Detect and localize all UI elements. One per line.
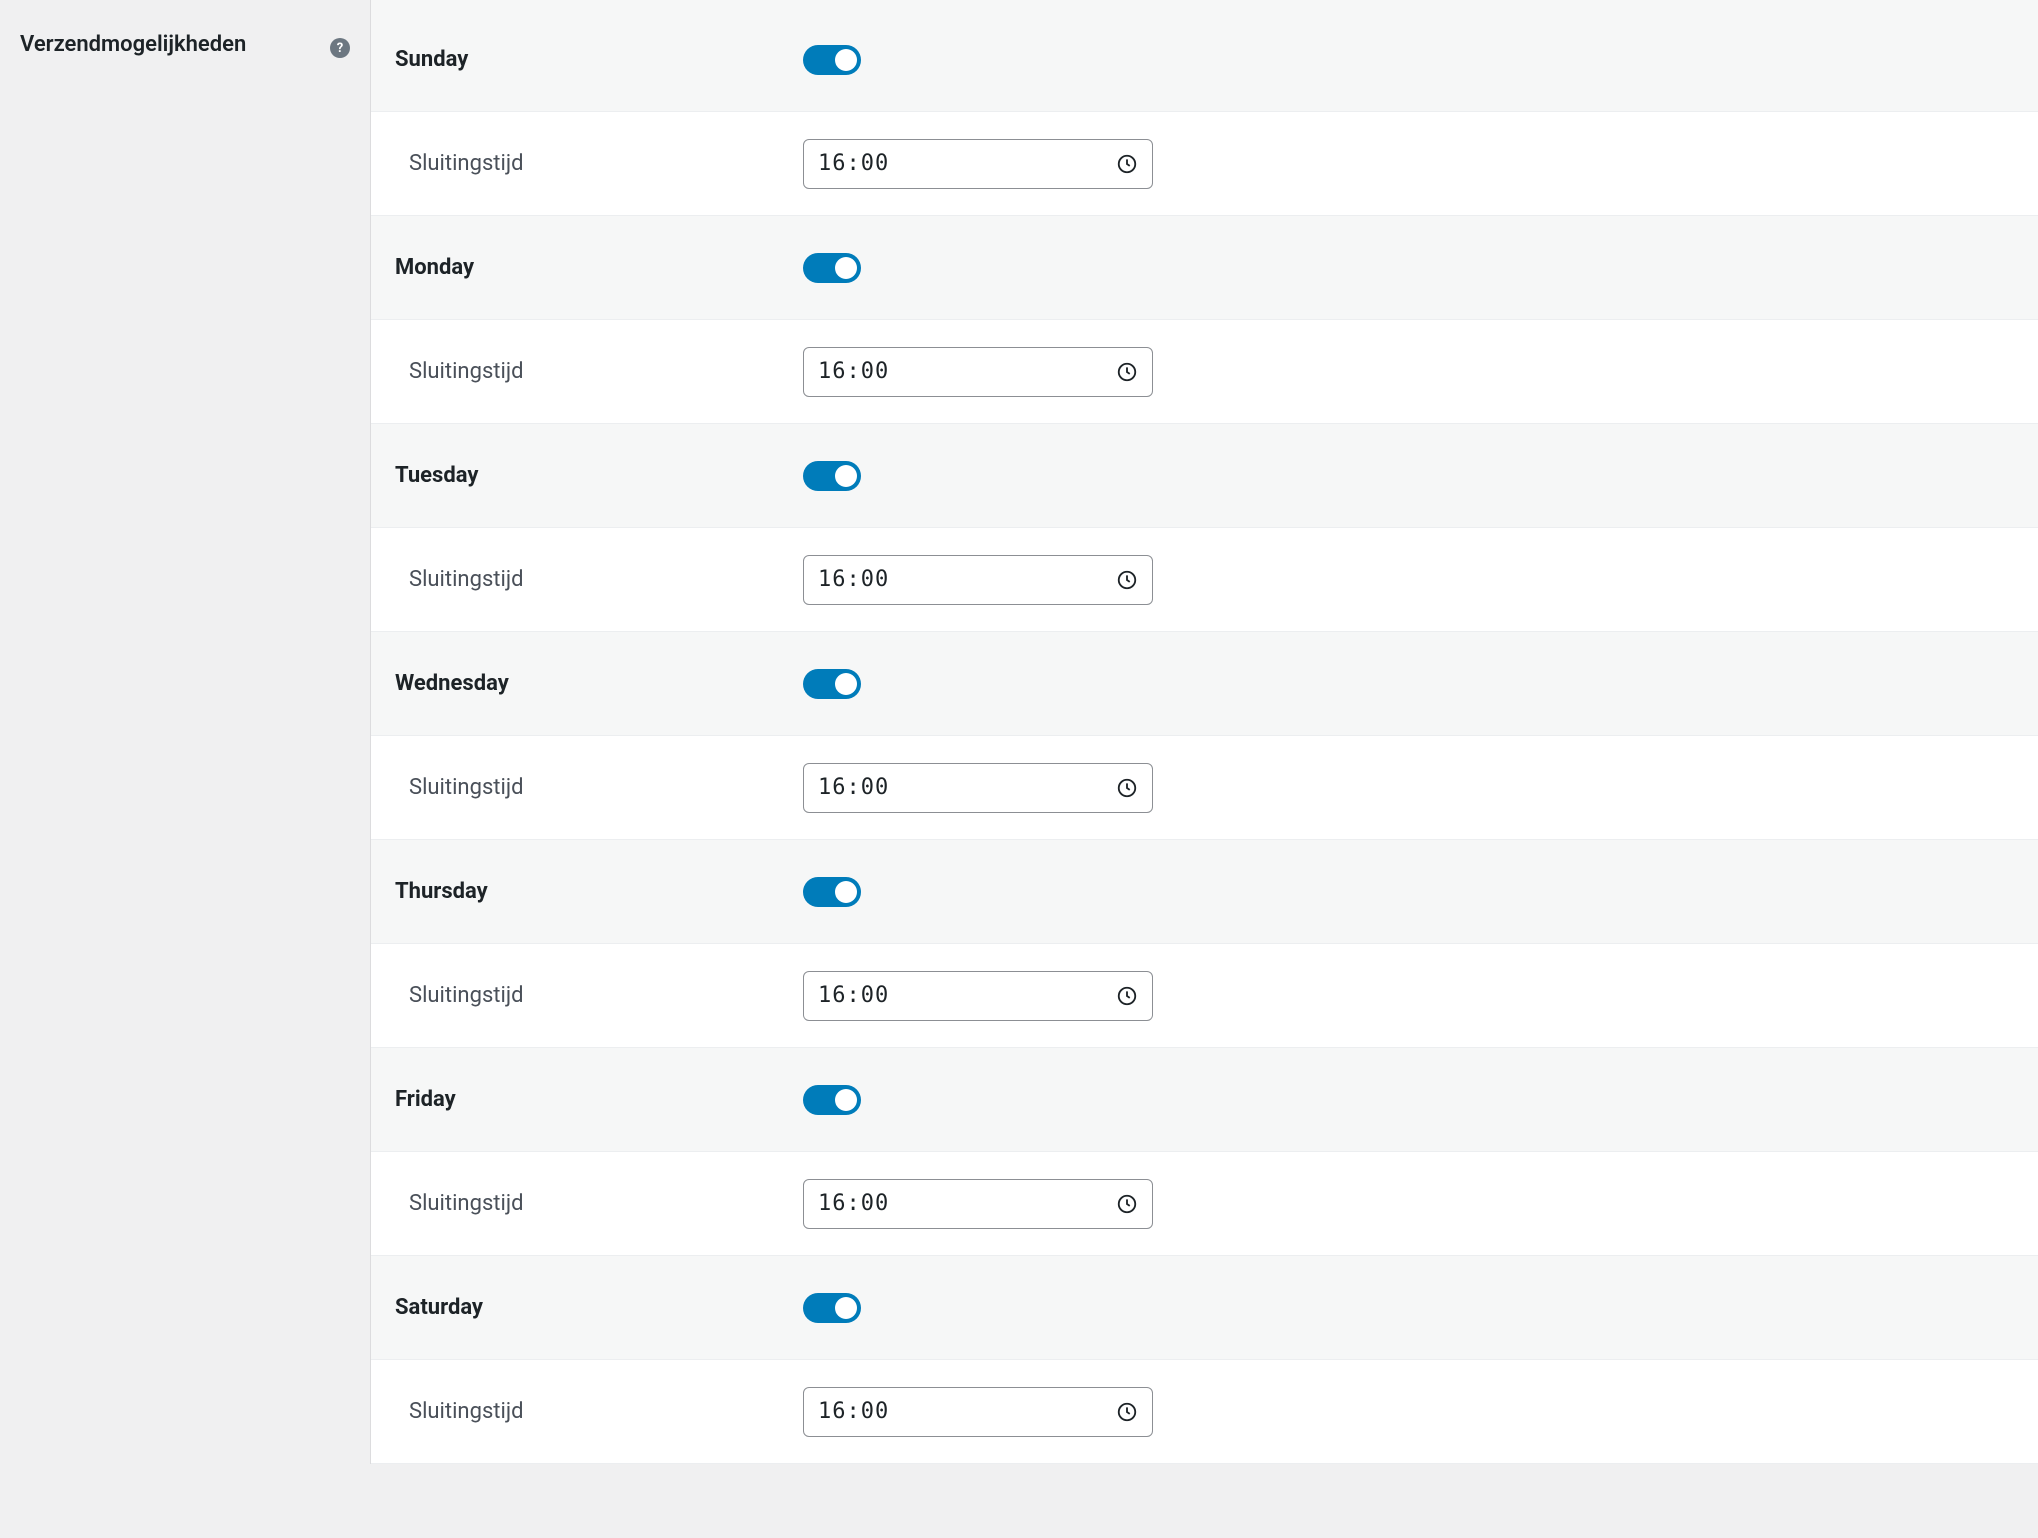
day-row-friday: Friday [371, 1048, 2038, 1152]
day-label-sunday: Sunday [395, 47, 468, 72]
toggle-knob [835, 1089, 857, 1111]
closing-time-value-monday: 16:00 [818, 359, 889, 384]
closing-row-monday: Sluitingstijd 16:00 [371, 320, 2038, 424]
toggle-friday[interactable] [803, 1085, 861, 1115]
day-label-monday: Monday [395, 255, 474, 280]
toggle-knob [835, 881, 857, 903]
clock-icon [1116, 985, 1138, 1007]
closing-label-wednesday: Sluitingstijd [395, 775, 524, 800]
clock-icon [1116, 1401, 1138, 1423]
day-row-sunday: Sunday [371, 0, 2038, 112]
clock-icon [1116, 777, 1138, 799]
day-label-saturday: Saturday [395, 1295, 483, 1320]
page-root: Verzendmogelijkheden ? Sunday Sluitingst… [0, 0, 2038, 1464]
closing-time-value-friday: 16:00 [818, 1191, 889, 1216]
closing-time-input-thursday[interactable]: 16:00 [803, 971, 1153, 1021]
sidebar: Verzendmogelijkheden ? [0, 0, 370, 1464]
closing-time-value-wednesday: 16:00 [818, 775, 889, 800]
toggle-knob [835, 49, 857, 71]
closing-time-input-wednesday[interactable]: 16:00 [803, 763, 1153, 813]
closing-row-wednesday: Sluitingstijd 16:00 [371, 736, 2038, 840]
clock-icon [1116, 361, 1138, 383]
closing-label-monday: Sluitingstijd [395, 359, 524, 384]
help-icon[interactable]: ? [330, 38, 350, 58]
closing-time-input-sunday[interactable]: 16:00 [803, 139, 1153, 189]
toggle-knob [835, 465, 857, 487]
closing-label-thursday: Sluitingstijd [395, 983, 524, 1008]
closing-label-friday: Sluitingstijd [395, 1191, 524, 1216]
clock-icon [1116, 569, 1138, 591]
closing-row-friday: Sluitingstijd 16:00 [371, 1152, 2038, 1256]
toggle-knob [835, 1297, 857, 1319]
day-row-monday: Monday [371, 216, 2038, 320]
settings-panel: Sunday Sluitingstijd 16:00 Monday Sluiti… [370, 0, 2038, 1464]
day-label-thursday: Thursday [395, 879, 488, 904]
toggle-knob [835, 257, 857, 279]
day-row-tuesday: Tuesday [371, 424, 2038, 528]
toggle-knob [835, 673, 857, 695]
closing-label-sunday: Sluitingstijd [395, 151, 524, 176]
clock-icon [1116, 153, 1138, 175]
sidebar-title: Verzendmogelijkheden [20, 32, 246, 57]
toggle-thursday[interactable] [803, 877, 861, 907]
day-row-saturday: Saturday [371, 1256, 2038, 1360]
toggle-sunday[interactable] [803, 45, 861, 75]
closing-time-input-tuesday[interactable]: 16:00 [803, 555, 1153, 605]
closing-time-input-saturday[interactable]: 16:00 [803, 1387, 1153, 1437]
closing-time-input-monday[interactable]: 16:00 [803, 347, 1153, 397]
day-row-thursday: Thursday [371, 840, 2038, 944]
closing-row-thursday: Sluitingstijd 16:00 [371, 944, 2038, 1048]
toggle-wednesday[interactable] [803, 669, 861, 699]
closing-time-value-sunday: 16:00 [818, 151, 889, 176]
closing-label-tuesday: Sluitingstijd [395, 567, 524, 592]
closing-time-value-tuesday: 16:00 [818, 567, 889, 592]
day-label-tuesday: Tuesday [395, 463, 478, 488]
closing-time-value-saturday: 16:00 [818, 1399, 889, 1424]
closing-time-input-friday[interactable]: 16:00 [803, 1179, 1153, 1229]
closing-label-saturday: Sluitingstijd [395, 1399, 524, 1424]
day-row-wednesday: Wednesday [371, 632, 2038, 736]
closing-row-tuesday: Sluitingstijd 16:00 [371, 528, 2038, 632]
clock-icon [1116, 1193, 1138, 1215]
toggle-tuesday[interactable] [803, 461, 861, 491]
closing-row-saturday: Sluitingstijd 16:00 [371, 1360, 2038, 1464]
toggle-monday[interactable] [803, 253, 861, 283]
day-label-friday: Friday [395, 1087, 456, 1112]
toggle-saturday[interactable] [803, 1293, 861, 1323]
day-label-wednesday: Wednesday [395, 671, 509, 696]
closing-row-sunday: Sluitingstijd 16:00 [371, 112, 2038, 216]
closing-time-value-thursday: 16:00 [818, 983, 889, 1008]
